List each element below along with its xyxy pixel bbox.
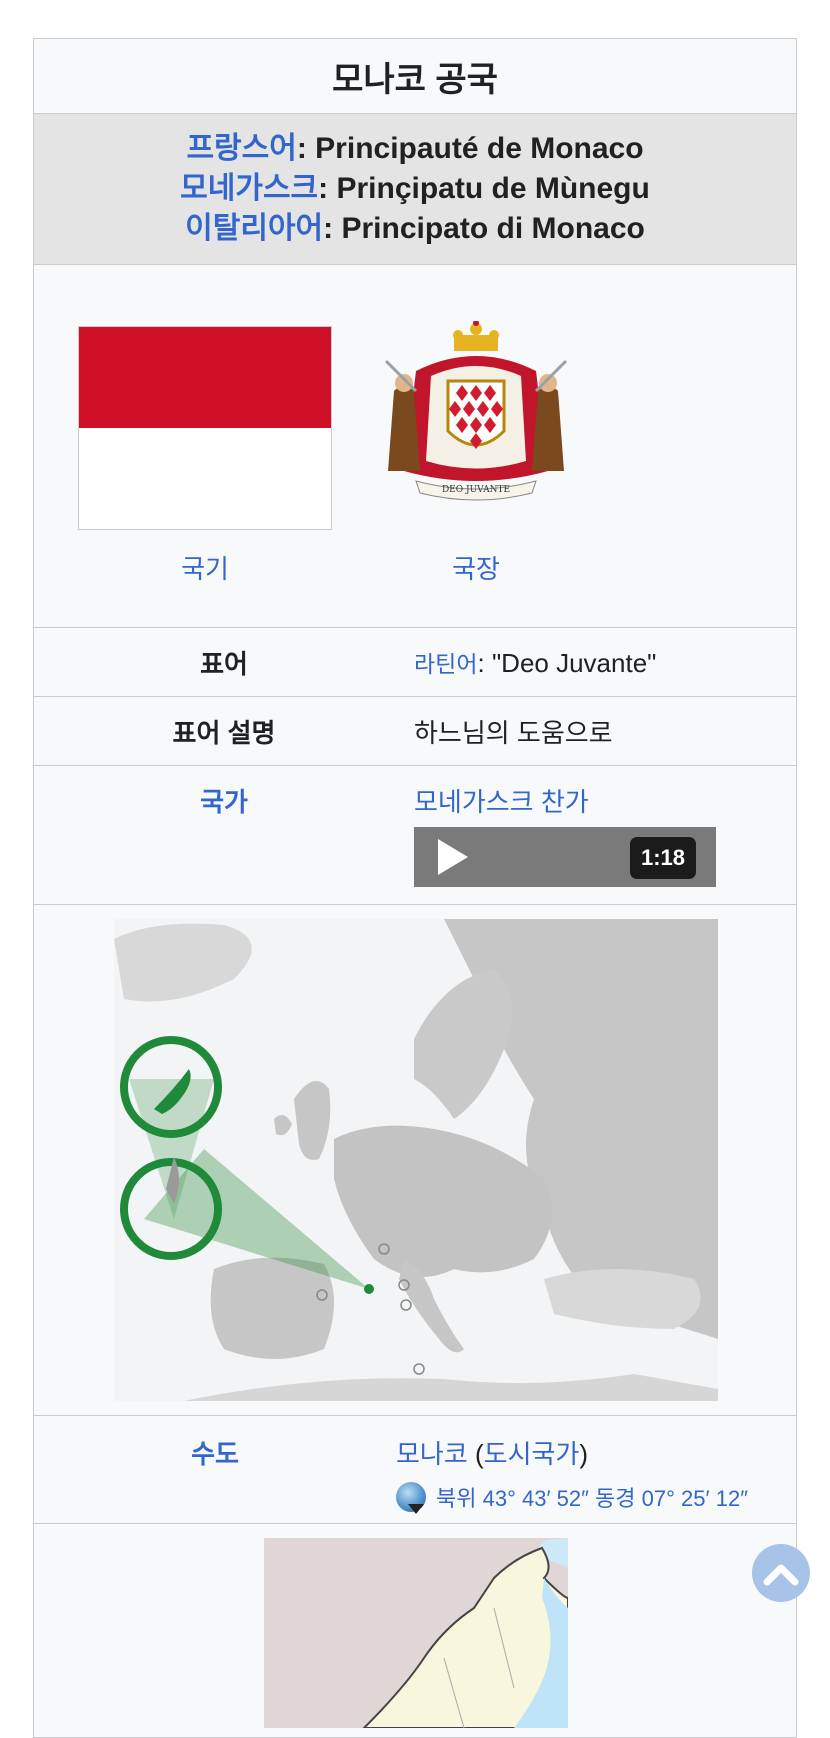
motto-description-row: 표어 설명 하느님의 도움으로 (34, 697, 796, 766)
lang-link-monegasque[interactable]: 모네가스크 (180, 172, 318, 205)
lang-link-italian[interactable]: 이탈리아어 (185, 212, 323, 245)
capital-type-link[interactable]: 도시국가 (484, 1439, 580, 1469)
anthem-value: 모네가스크 찬가 1:18 (414, 766, 796, 904)
capital-name-line: 모나코 (도시국가) (396, 1439, 589, 1469)
coa-motto-ribbon: DEO JUVANTE (442, 485, 510, 495)
motto-value: 라틴어: "Deo Juvante" (414, 648, 657, 678)
coat-of-arms-caption-link[interactable]: 국장 (376, 549, 576, 586)
europe-location-map[interactable] (114, 919, 718, 1401)
native-names: 프랑스어: Principauté de Monaco 모네가스크: Prinç… (34, 114, 796, 265)
anthem-label-link[interactable]: 국가 (34, 766, 414, 904)
motto-lang-link[interactable]: 라틴어 (414, 651, 477, 677)
capital-row: 수도 모나코 (도시국가) 북위 43° 43′ 52″ 동경 07° 25′ … (34, 1416, 796, 1524)
motto-row: 표어 라틴어: "Deo Juvante" (34, 628, 796, 697)
flag-caption-link[interactable]: 국기 (78, 549, 332, 586)
national-symbols: 국기 DEO JUVANTE 국장 (34, 265, 796, 628)
infobox: 모나코 공국 프랑스어: Principauté de Monaco 모네가스크… (33, 38, 797, 1738)
motto-description-text: 하느님의 도움으로 (414, 717, 613, 748)
motto-text: "Deo Juvante" (491, 648, 657, 678)
coat-of-arms-image[interactable]: DEO JUVANTE (376, 321, 576, 501)
capital-value: 모나코 (도시국가) 북위 43° 43′ 52″ 동경 07° 25′ 12″ (396, 1416, 796, 1523)
capital-name-link[interactable]: 모나코 (396, 1439, 468, 1469)
audio-player[interactable]: 1:18 (414, 827, 716, 887)
motto-description-label: 표어 설명 (172, 717, 276, 748)
coordinates[interactable]: 북위 43° 43′ 52″ 동경 07° 25′ 12″ (396, 1481, 796, 1514)
capital-label-link[interactable]: 수도 (34, 1416, 396, 1523)
native-name-french: 프랑스어: Principauté de Monaco (186, 132, 644, 165)
scroll-to-top-button[interactable] (752, 1544, 810, 1602)
native-name-text: Prinçipatu de Mùnegu (336, 172, 650, 205)
monaco-map-row (34, 1524, 796, 1728)
flag-image[interactable] (78, 326, 332, 530)
play-icon[interactable] (438, 839, 468, 875)
location-map-row (34, 905, 796, 1416)
monaco-detail-map[interactable] (264, 1538, 568, 1728)
anthem-row: 국가 모네가스크 찬가 1:18 (34, 766, 796, 905)
audio-duration: 1:18 (629, 837, 696, 879)
motto-label: 표어 (200, 648, 248, 679)
anthem-name-link[interactable]: 모네가스크 찬가 (414, 782, 796, 819)
native-name-italian: 이탈리아어: Principato di Monaco (185, 212, 645, 245)
lang-link-french[interactable]: 프랑스어 (186, 132, 296, 165)
infobox-title: 모나코 공국 (34, 39, 796, 114)
native-name-monegasque: 모네가스크: Prinçipatu de Mùnegu (180, 172, 650, 205)
globe-icon[interactable] (396, 1482, 426, 1514)
chevron-up-icon (763, 1564, 799, 1586)
native-name-text: Principato di Monaco (341, 212, 645, 245)
coordinates-text[interactable]: 북위 43° 43′ 52″ 동경 07° 25′ 12″ (436, 1481, 748, 1513)
native-name-text: Principauté de Monaco (315, 132, 644, 165)
